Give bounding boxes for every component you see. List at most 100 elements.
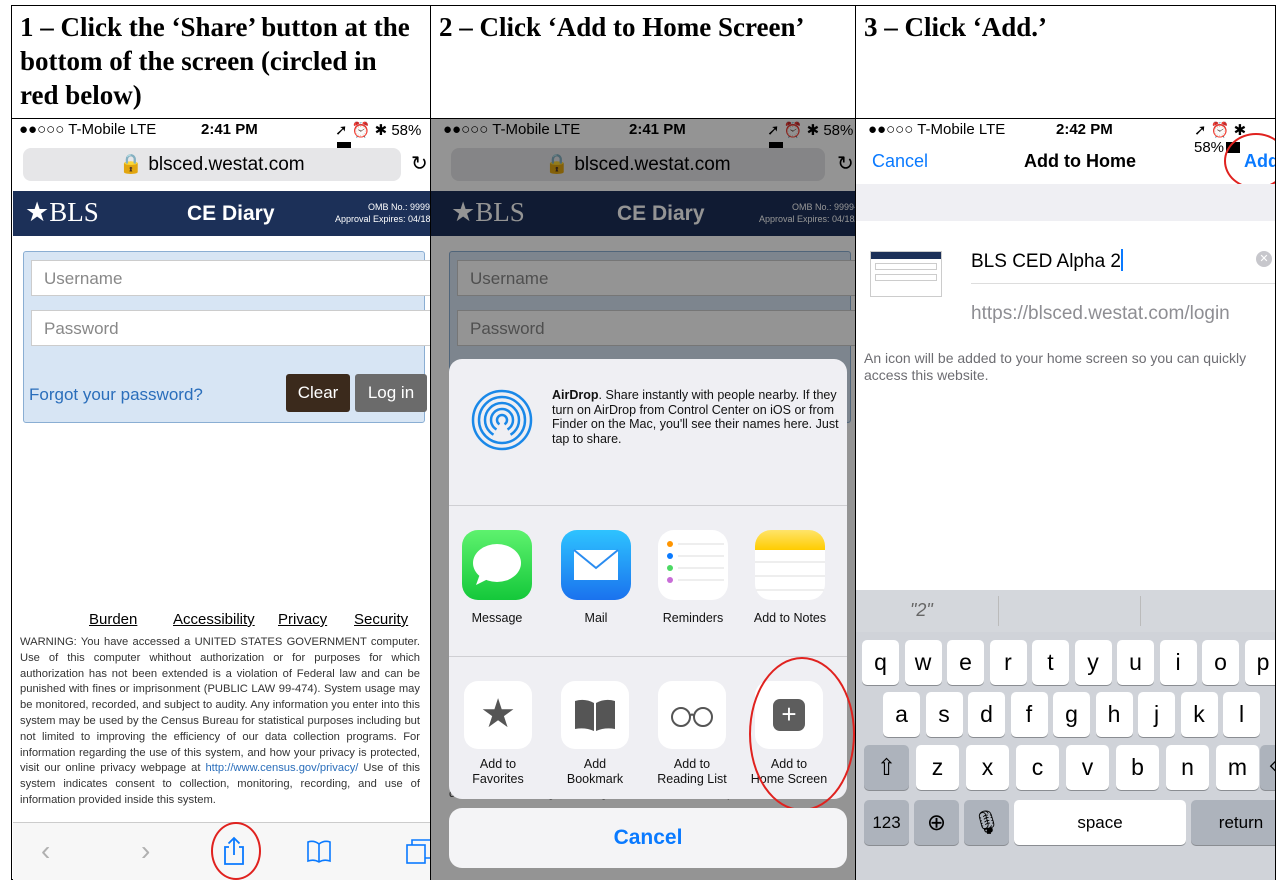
space-key[interactable]: space [1014, 800, 1186, 845]
share-cancel-button[interactable]: Cancel [449, 808, 847, 868]
forward-icon[interactable]: › [141, 835, 150, 867]
url-text: blsced.westat.com [148, 154, 305, 175]
glasses-icon [671, 707, 713, 727]
key-g[interactable]: g [1053, 692, 1090, 737]
sheet-divider [449, 505, 847, 506]
return-key[interactable]: return [1191, 800, 1275, 845]
site-header: ★BLS CE Diary OMB No.: 9999- Approval Exp… [13, 191, 430, 236]
clear-text-icon[interactable]: ✕ [1256, 251, 1272, 267]
suggestion-bar: "2" [856, 590, 1275, 632]
shift-key[interactable]: ⇧ [864, 745, 909, 790]
key-r[interactable]: r [989, 640, 1027, 685]
keyboard: "2" qwertyuiop asdfghjkl zxcvbnm ⇧ ⌫ 123… [856, 590, 1275, 880]
action-label-favorites: Add to Favorites [453, 757, 543, 787]
password-field[interactable]: Password [31, 310, 430, 346]
key-l[interactable]: l [1223, 692, 1260, 737]
airdrop-icon[interactable] [471, 389, 533, 451]
bookmark-cell: BLS CED Alpha 2 ✕ https://blsced.westat.… [856, 221, 1275, 336]
key-y[interactable]: y [1074, 640, 1112, 685]
tabs-icon[interactable] [405, 838, 430, 866]
key-f[interactable]: f [1010, 692, 1048, 737]
suggestion-item[interactable]: "2" [910, 600, 933, 621]
add-to-favorites-button[interactable]: ★ [464, 681, 532, 749]
warning-body: WARNING: You have accessed a UNITED STAT… [20, 636, 420, 775]
action-label-line: Bookmark [566, 772, 624, 786]
step-1-header: 1 – Click the ‘Share’ button at the bott… [20, 12, 410, 110]
add-to-reading-list-button[interactable] [658, 681, 726, 749]
screenshot-step-1: ●●○○○ T-Mobile LTE 2:41 PM ➚ ⏰ ✱ 58% 🔒 b… [13, 119, 430, 880]
star-icon: ★ [480, 692, 516, 736]
globe-icon[interactable]: ⊕ [914, 800, 959, 845]
key-p[interactable]: p [1244, 640, 1275, 685]
action-label-line: Add to [479, 757, 517, 771]
privacy-link[interactable]: http://www.census.gov/privacy/ [205, 762, 358, 774]
action-label-line: Favorites [472, 772, 524, 786]
app-label-notes: Add to Notes [753, 611, 827, 625]
bls-logo-text: BLS [49, 197, 99, 227]
clock: 2:41 PM [201, 121, 258, 138]
key-z[interactable]: z [916, 745, 959, 790]
key-s[interactable]: s [925, 692, 963, 737]
warning-text: WARNING: You have accessed a UNITED STAT… [20, 635, 420, 809]
site-title: CE Diary [187, 202, 275, 225]
carrier-label: ●●○○○ T-Mobile LTE [19, 121, 157, 138]
key-b[interactable]: b [1116, 745, 1159, 790]
app-label-reminders: Reminders [662, 611, 724, 625]
book-icon [575, 699, 615, 731]
clock: 2:42 PM [1056, 121, 1113, 138]
key-m[interactable]: m [1216, 745, 1259, 790]
add-bookmark-button[interactable] [561, 681, 629, 749]
key-x[interactable]: x [966, 745, 1009, 790]
message-app-icon[interactable] [462, 530, 532, 600]
key-d[interactable]: d [968, 692, 1005, 737]
key-n[interactable]: n [1166, 745, 1209, 790]
key-w[interactable]: w [904, 640, 942, 685]
action-label-line: Reading List [657, 772, 727, 786]
reminders-app-icon[interactable] [658, 530, 728, 600]
back-icon[interactable]: ‹ [41, 835, 50, 867]
nav-title: Add to Home [1024, 151, 1136, 171]
key-t[interactable]: t [1032, 640, 1069, 685]
action-label-reading-list: Add to Reading List [647, 757, 737, 787]
key-v[interactable]: v [1066, 745, 1109, 790]
action-label-bookmark: Add Bookmark [550, 757, 640, 787]
forgot-password-link[interactable]: Forgot your password? [29, 385, 203, 405]
key-c[interactable]: c [1016, 745, 1059, 790]
key-u[interactable]: u [1117, 640, 1154, 685]
text-cursor [1120, 249, 1123, 271]
key-j[interactable]: j [1138, 692, 1175, 737]
delete-key[interactable]: ⌫ [1260, 745, 1275, 790]
home-screen-highlight-circle [749, 657, 855, 811]
navigation-bar: Cancel Add to Home Add [856, 141, 1275, 181]
bookmark-name-input[interactable]: BLS CED Alpha 2 [971, 249, 1123, 273]
key-a[interactable]: a [883, 692, 920, 737]
numbers-key[interactable]: 123 [864, 800, 909, 845]
footer-link-accessibility[interactable]: Accessibility [173, 611, 255, 628]
clear-button[interactable]: Clear [286, 374, 350, 412]
cancel-button[interactable]: Cancel [872, 151, 928, 172]
microphone-icon[interactable]: 🎙 [964, 800, 1009, 845]
key-i[interactable]: i [1159, 640, 1197, 685]
step-2-header: 2 – Click ‘Add to Home Screen’ [439, 12, 805, 42]
username-field[interactable]: Username [31, 260, 430, 296]
key-k[interactable]: k [1180, 692, 1218, 737]
footer-link-security[interactable]: Security [354, 611, 408, 628]
airdrop-title: AirDrop [552, 388, 599, 402]
step-3-header: 3 – Click ‘Add.’ [864, 12, 1048, 42]
key-h[interactable]: h [1095, 692, 1133, 737]
footer-link-burden[interactable]: Burden [89, 611, 137, 628]
login-button[interactable]: Log in [355, 374, 427, 412]
bookmarks-icon[interactable] [306, 838, 332, 864]
mail-app-icon[interactable] [561, 530, 631, 600]
footer-link-privacy[interactable]: Privacy [278, 611, 327, 628]
key-q[interactable]: q [862, 640, 899, 685]
address-bar[interactable]: 🔒 blsced.westat.com [23, 148, 401, 181]
app-label-message: Message [471, 611, 523, 625]
notes-app-icon[interactable] [755, 530, 825, 600]
share-highlight-circle [211, 822, 261, 880]
add-to-home-description: An icon will be added to your home scree… [864, 350, 1247, 383]
key-o[interactable]: o [1202, 640, 1239, 685]
key-e[interactable]: e [947, 640, 984, 685]
omb-number: OMB No.: 9999- [367, 202, 430, 212]
reload-icon[interactable]: ↻ [411, 148, 428, 181]
